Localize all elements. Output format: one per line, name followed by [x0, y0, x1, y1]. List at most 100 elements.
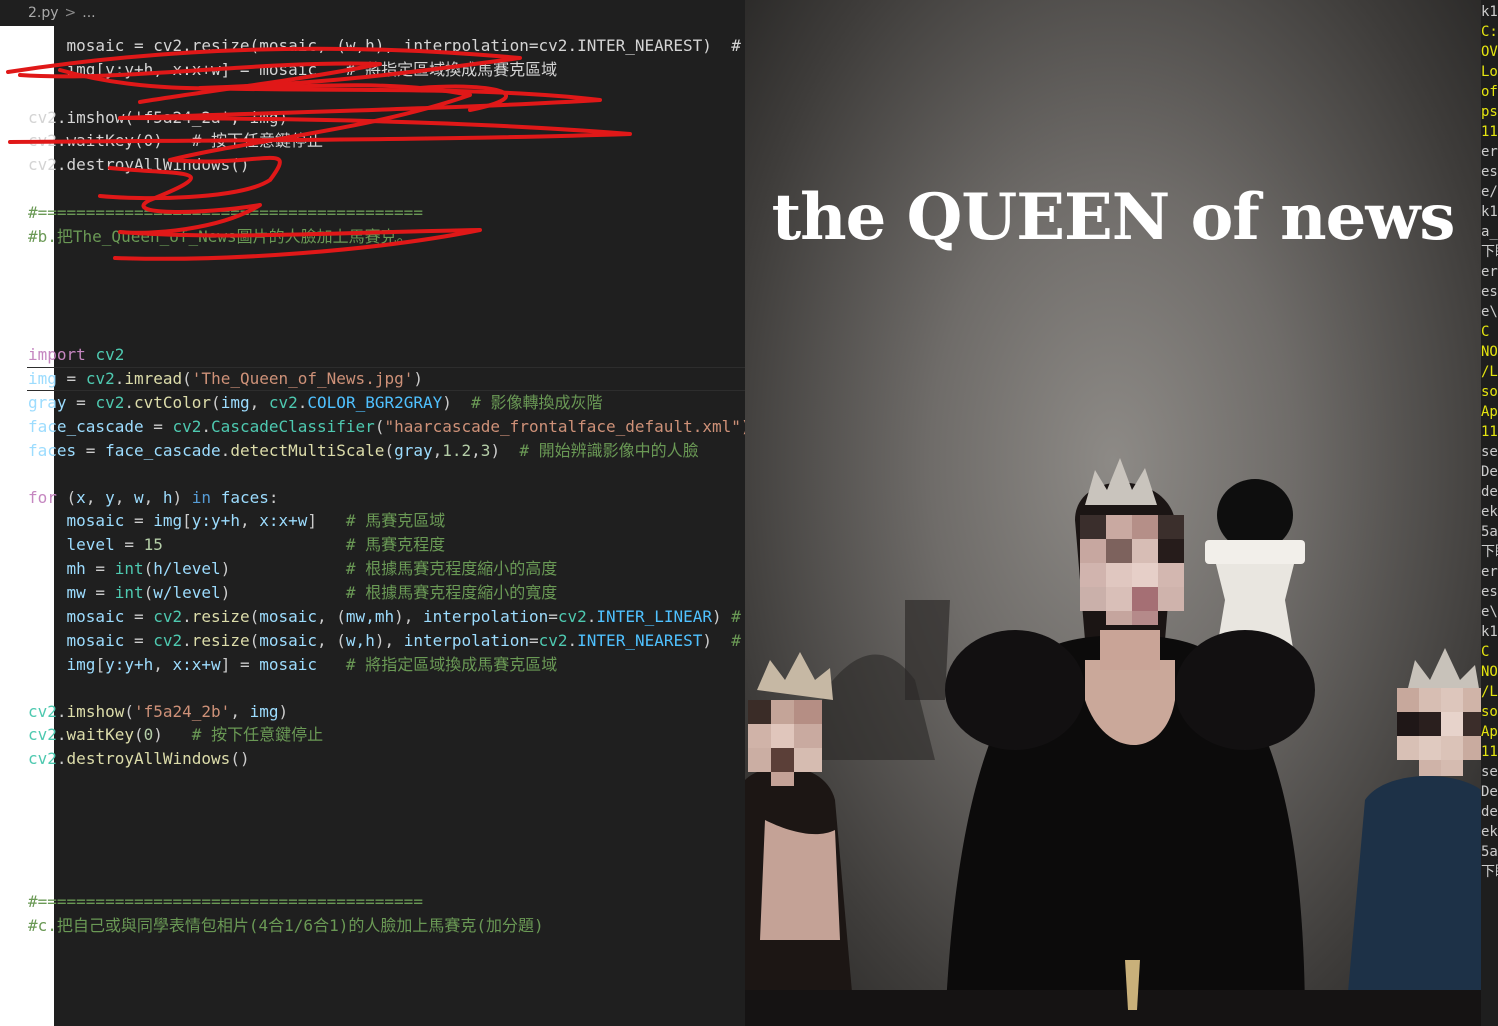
terminal-line: C:/ — [1481, 24, 1498, 40]
terminal-line: 5a_ — [1481, 844, 1498, 860]
terminal-line: k15 — [1481, 204, 1498, 220]
terminal-line: C — [1481, 644, 1490, 660]
code-text: cv2.waitKey(0) # 按下任意鍵停止 — [28, 131, 324, 150]
terminal-line: OVO — [1481, 44, 1498, 60]
slice: x:x+w — [172, 655, 221, 674]
terminal-panel[interactable]: k15 C:/ OVO Loc oft ps 11 ers esk e/s k15 a_0 下睡 ers e… — [1481, 0, 1498, 1026]
builtin: int — [114, 583, 144, 602]
variable: mw — [66, 583, 86, 602]
code-line[interactable]: cv2.waitKey(0) # 按下任意鍵停止 — [28, 723, 323, 747]
terminal-line: sen — [1481, 764, 1498, 780]
constant: INTER_NEAREST — [577, 631, 703, 650]
code-line[interactable]: import cv2 — [28, 343, 124, 367]
code-line[interactable]: cv2.imshow('f5a24_2a', img) — [28, 106, 288, 130]
terminal-line: /Lo — [1481, 364, 1498, 380]
keyword-arg: interpolation — [423, 607, 549, 626]
comment-text: #b.把The_Queen_of_News圖片的人臉加上馬賽克。 — [28, 227, 413, 246]
code-comment[interactable]: #c.把自己或與同學表情包相片(4合1/6合1)的人臉加上馬賽克(加分題) — [28, 914, 544, 938]
code-line[interactable]: for (x, y, w, h) in faces: — [28, 486, 279, 510]
comment-text: # 馬賽克程度 — [345, 535, 446, 554]
variable: mosaic — [259, 607, 318, 626]
code-line[interactable]: mosaic = cv2.resize(mosaic, (w,h), inter… — [28, 34, 741, 58]
function-name: resize — [191, 631, 250, 650]
terminal-line: e/s — [1481, 184, 1498, 200]
terminal-line: esk — [1481, 584, 1498, 600]
function-name: cvtColor — [133, 393, 212, 412]
terminal-line: e\s — [1481, 604, 1498, 620]
module-name: cv2 — [28, 749, 57, 768]
code-comment[interactable]: #=======================================… — [28, 201, 423, 225]
terminal-line: ek1 — [1481, 824, 1498, 840]
variable: face_cascade — [105, 441, 221, 460]
code-line[interactable]: img[y:y+h, x:x+w] = mosaic # 將指定區域換成馬賽克區… — [28, 58, 558, 82]
code-comment[interactable]: #=======================================… — [28, 890, 423, 914]
variable: img — [220, 393, 250, 412]
code-line[interactable]: cv2.destroyAllWindows() — [28, 747, 250, 771]
function-name: detectMultiScale — [230, 441, 385, 460]
constant: COLOR_BGR2GRAY — [307, 393, 443, 412]
terminal-line: NOW — [1481, 664, 1498, 680]
function-name: resize — [191, 607, 250, 626]
breadcrumb[interactable]: 2.py >... — [0, 0, 745, 26]
code-line[interactable]: faces = face_cascade.detectMultiScale(gr… — [28, 439, 699, 463]
terminal-line: Loc — [1481, 64, 1498, 80]
terminal-line: 下睡 — [1481, 244, 1498, 260]
terminal-line: ers — [1481, 564, 1498, 580]
comment-text: # — [731, 607, 741, 626]
module-name: cv2 — [95, 393, 125, 412]
constant: INTER_LINEAR — [596, 607, 713, 626]
variable: mosaic — [66, 511, 125, 530]
code-line[interactable]: mosaic = img[y:y+h, x:x+w] # 馬賽克區域 — [28, 509, 446, 533]
comment-text: # 根據馬賽克程度縮小的寬度 — [345, 583, 558, 602]
module-name: cv2 — [172, 417, 202, 436]
terminal-line: /Lo — [1481, 684, 1498, 700]
terminal-line: ers — [1481, 264, 1498, 280]
keyword-arg: interpolation — [403, 631, 529, 650]
variable: mosaic — [259, 631, 318, 650]
expression: w,h — [345, 631, 375, 650]
expression: mw,mh — [345, 607, 395, 626]
number-literal: 15 — [143, 535, 163, 554]
terminal-line: ek1 — [1481, 504, 1498, 520]
code-line[interactable]: cv2.waitKey(0) # 按下任意鍵停止 — [28, 129, 323, 153]
variable: mosaic — [66, 631, 125, 650]
code-line[interactable]: img = cv2.imread('The_Queen_of_News.jpg'… — [28, 367, 423, 391]
code-line[interactable]: gray = cv2.cvtColor(img, cv2.COLOR_BGR2G… — [28, 391, 602, 415]
terminal-line: 11 — [1481, 744, 1498, 760]
code-line[interactable]: mosaic = cv2.resize(mosaic, (w,h), inter… — [28, 629, 741, 653]
number-literal: 1.2 — [442, 441, 472, 460]
poster-image: the QUEEN of news — [745, 0, 1481, 1026]
terminal-line: NOW — [1481, 344, 1498, 360]
code-line[interactable]: cv2.imshow('f5a24_2b', img) — [28, 700, 288, 724]
terminal-line: 下睡 — [1481, 544, 1498, 560]
terminal-line: ers — [1481, 144, 1498, 160]
breadcrumb-rest[interactable]: ... — [82, 5, 95, 21]
comment-text: # 馬賽克區域 — [345, 511, 446, 530]
code-line[interactable]: mw = int(w/level) # 根據馬賽克程度縮小的寬度 — [28, 581, 558, 605]
code-line[interactable]: img[y:y+h, x:x+w] = mosaic # 將指定區域換成馬賽克區… — [28, 653, 558, 677]
code-line[interactable]: mosaic = cv2.resize(mosaic, (mw,mh), int… — [28, 605, 741, 629]
terminal-line: 11 — [1481, 124, 1498, 140]
variable: img — [28, 369, 57, 388]
variable: img — [249, 702, 279, 721]
keyword: for — [28, 488, 57, 507]
terminal-line: sof — [1481, 384, 1498, 400]
terminal-line: k15 — [1481, 4, 1498, 20]
breadcrumb-file[interactable]: 2.py — [28, 5, 59, 21]
code-comment[interactable]: #b.把The_Queen_of_News圖片的人臉加上馬賽克。 — [28, 225, 413, 249]
poster-title: the QUEEN of news — [771, 180, 1456, 255]
chevron-right-icon: > — [64, 5, 77, 21]
function-name: waitKey — [66, 725, 134, 744]
code-line[interactable]: level = 15 # 馬賽克程度 — [28, 533, 446, 557]
terminal-line: a_0 — [1481, 224, 1498, 240]
code-line[interactable]: mh = int(h/level) # 根據馬賽克程度縮小的高度 — [28, 557, 558, 581]
number-literal: 0 — [143, 725, 154, 744]
comment-text: # 開始辨識影像中的人臉 — [519, 441, 699, 460]
terminal-line: 11 — [1481, 424, 1498, 440]
slice: x:x+w — [259, 511, 308, 530]
variable: mosaic — [259, 655, 318, 674]
terminal-line: e\s — [1481, 304, 1498, 320]
terminal-line: C — [1481, 324, 1490, 340]
code-line[interactable]: cv2.destroyAllWindows() — [28, 153, 250, 177]
code-line[interactable]: face_cascade = cv2.CascadeClassifier("ha… — [28, 415, 751, 439]
